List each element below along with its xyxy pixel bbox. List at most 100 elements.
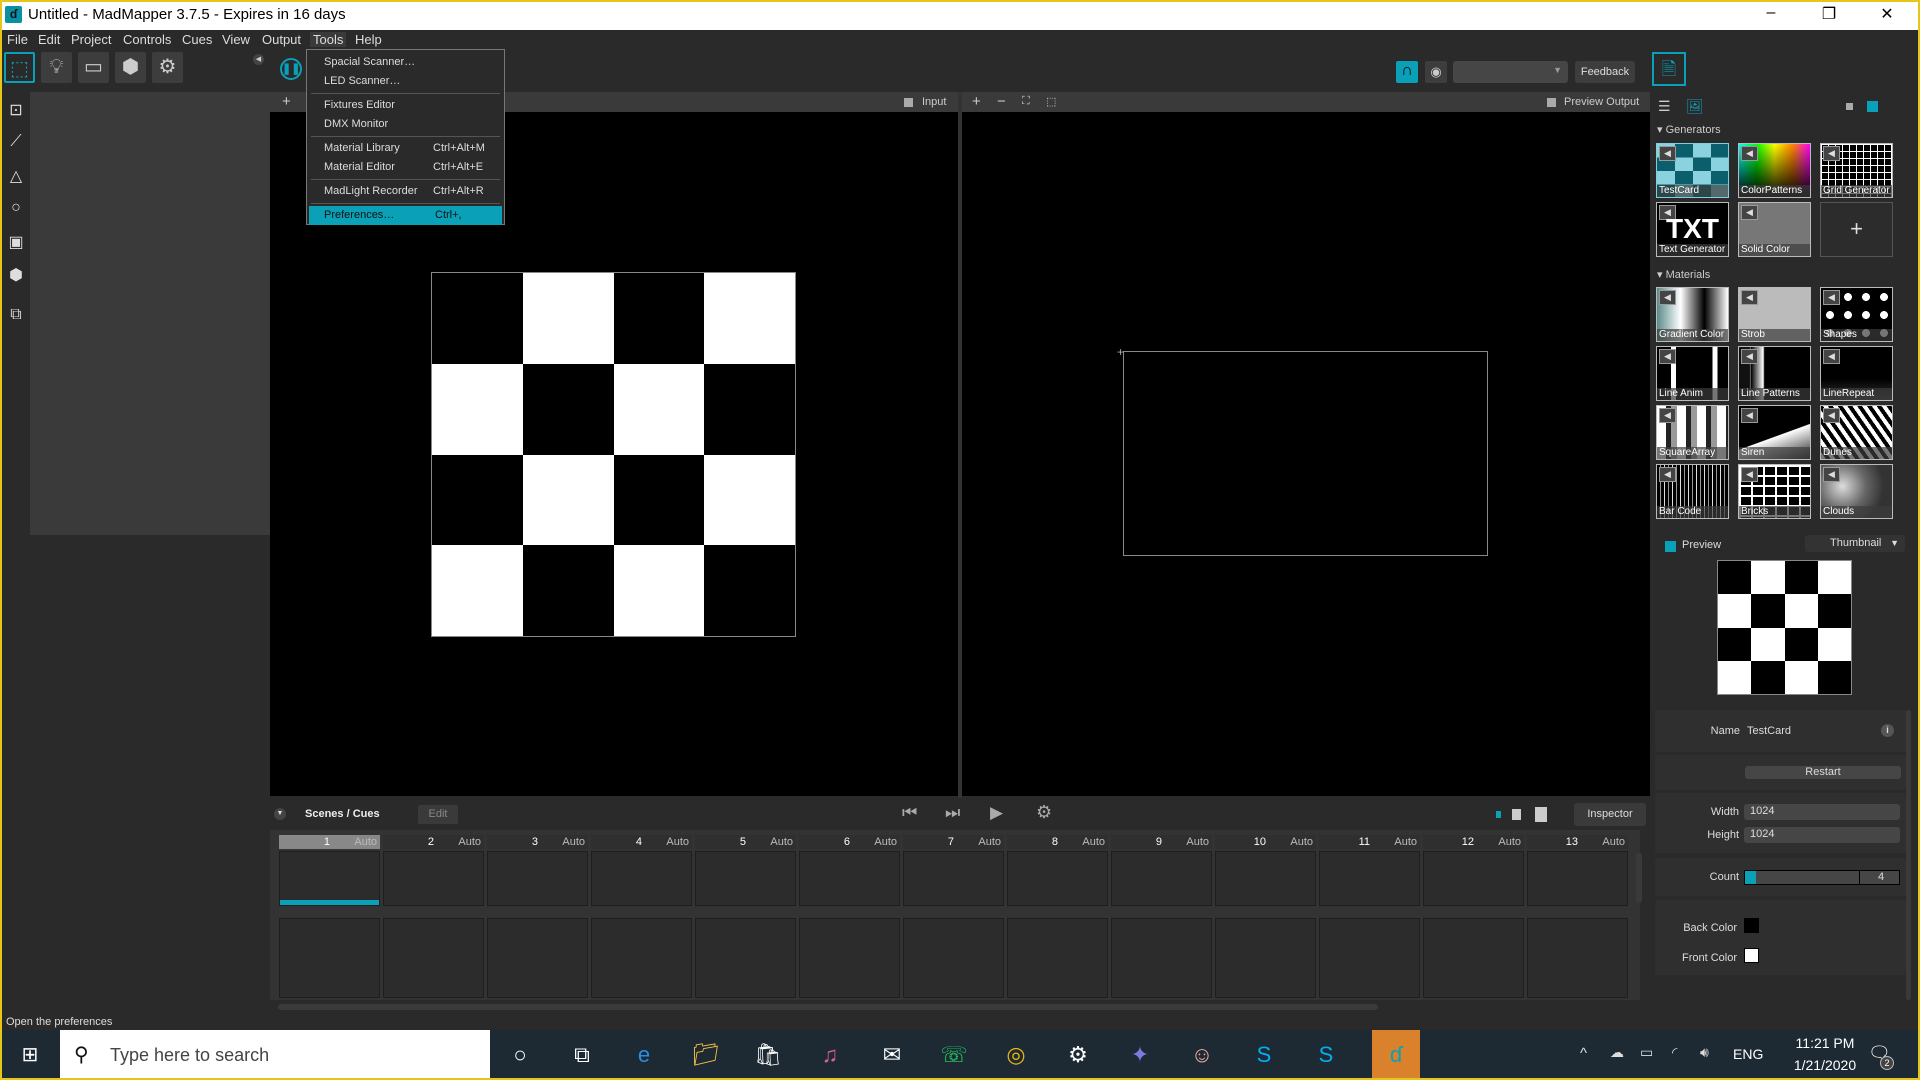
add-triangle-icon[interactable]: △ — [6, 166, 26, 186]
eye-icon[interactable]: ◉ — [1425, 61, 1447, 83]
list-view-icon[interactable]: ☰ — [1658, 98, 1671, 115]
tile-grid-generator[interactable]: ◀ Grid Generator — [1820, 143, 1893, 198]
cortana-icon[interactable]: ○ — [504, 1040, 536, 1070]
tile-line-anim[interactable]: ◀ Line Anim — [1656, 346, 1729, 401]
menu-help[interactable]: Help — [355, 32, 382, 47]
pause-icon[interactable]: ❚❚ — [280, 58, 302, 80]
file-explorer-icon[interactable]: 📁︎ — [690, 1040, 722, 1070]
tile-bar-code[interactable]: ◀ Bar Code — [1656, 464, 1729, 519]
tile-shapes[interactable]: ◀ Shapes — [1820, 287, 1893, 342]
clock-date[interactable]: 1/21/2020 — [1780, 1057, 1870, 1073]
cue-cell-empty[interactable] — [591, 918, 692, 998]
preview-toggle-icon[interactable]: ◀ — [1659, 349, 1676, 364]
preview-toggle-icon[interactable]: ◀ — [1741, 290, 1758, 305]
width-input[interactable]: 1024 — [1744, 804, 1900, 820]
cue-cell-empty[interactable] — [487, 918, 588, 998]
menu-cues[interactable]: Cues — [182, 32, 212, 47]
settings-gear-icon[interactable]: ⚙ — [1036, 802, 1052, 823]
cue-cell-empty[interactable] — [1215, 918, 1316, 998]
cue-cell[interactable] — [279, 851, 380, 906]
light-bulb-icon[interactable]: 💡︎ — [41, 52, 72, 83]
small-cue-size-icon[interactable] — [1496, 811, 1501, 818]
name-value[interactable]: TestCard — [1747, 725, 1791, 737]
medium-size-icon[interactable] — [1867, 101, 1878, 112]
chrome-icon[interactable]: ◎ — [1000, 1040, 1032, 1070]
inspector-scrollbar[interactable] — [1906, 710, 1911, 1000]
medium-cue-size-icon[interactable] — [1512, 809, 1521, 820]
preview-toggle-icon[interactable]: ◀ — [1741, 408, 1758, 423]
fullscreen-icon[interactable]: ⬚ — [1046, 95, 1056, 108]
generators-header[interactable]: ▾ Generators — [1657, 123, 1721, 136]
menu-file[interactable]: File — [7, 32, 28, 47]
magnet-icon[interactable]: ∩ — [1396, 61, 1418, 83]
tile-strob[interactable]: ◀ Strob — [1738, 287, 1811, 342]
preview-toggle-icon[interactable]: ◀ — [1659, 146, 1676, 161]
volume-icon[interactable]: 🔊︎ — [1700, 1044, 1709, 1061]
cue-horizontal-scrollbar[interactable] — [278, 1004, 1378, 1010]
feedback-button[interactable]: Feedback — [1575, 61, 1635, 83]
show-hidden-icons[interactable]: ^ — [1580, 1045, 1587, 1062]
small-size-icon[interactable] — [1846, 103, 1853, 110]
cue-header-7[interactable]: 7 Auto — [903, 835, 1004, 849]
cue-header-8[interactable]: 8 Auto — [1007, 835, 1108, 849]
tile-linerepeat[interactable]: ◀ LineRepeat — [1820, 346, 1893, 401]
cue-cell-empty[interactable] — [903, 918, 1004, 998]
cue-header-12[interactable]: 12 Auto — [1423, 835, 1524, 849]
wifi-icon[interactable]: ◜ — [1672, 1044, 1677, 1061]
cue-cell[interactable] — [1215, 851, 1316, 906]
document-icon[interactable]: 🗎︎ — [1652, 52, 1686, 86]
windows-start-icon[interactable]: ⊞ — [14, 1040, 46, 1070]
projector-icon[interactable]: ▭ — [78, 52, 109, 83]
clock-time[interactable]: 11:21 PM — [1780, 1035, 1870, 1051]
back-color-swatch[interactable] — [1744, 918, 1759, 933]
collapse-arrow-icon[interactable]: ◀ — [253, 54, 264, 65]
settings-icon[interactable]: ⚙ — [1062, 1040, 1094, 1070]
menu-view[interactable]: View — [222, 32, 250, 47]
materials-header[interactable]: ▾ Materials — [1657, 268, 1710, 281]
menu-edit[interactable]: Edit — [38, 32, 60, 47]
menu-item-dmx-monitor[interactable]: DMX Monitor — [307, 115, 504, 134]
tile-testcard[interactable]: ◀ TestCard — [1656, 143, 1729, 198]
add-group-icon[interactable]: ⧉ — [6, 306, 26, 326]
cue-cell-empty[interactable] — [1007, 918, 1108, 998]
cue-header-10[interactable]: 10 Auto — [1215, 835, 1316, 849]
preview-toggle-icon[interactable]: ◀ — [1823, 146, 1840, 161]
collapse-scenes-icon[interactable]: ▼ — [274, 808, 286, 820]
preview-toggle-icon[interactable]: ◀ — [1741, 349, 1758, 364]
cue-header-2[interactable]: 2 Auto — [383, 835, 484, 849]
menu-item-preferences[interactable]: Preferences… Ctrl+, — [309, 206, 502, 225]
height-input[interactable]: 1024 — [1744, 827, 1900, 843]
front-color-swatch[interactable] — [1744, 948, 1759, 963]
preview-toggle-icon[interactable]: ◀ — [1823, 408, 1840, 423]
madmapper-icon[interactable]: ɗ — [1372, 1030, 1420, 1080]
cue-cell[interactable] — [487, 851, 588, 906]
zoom-in-icon[interactable]: + — [282, 93, 291, 110]
cue-cell[interactable] — [695, 851, 796, 906]
info-icon[interactable]: i — [1881, 724, 1894, 737]
preview-toggle-icon[interactable]: ◀ — [1659, 408, 1676, 423]
task-view-icon[interactable]: ⧉ — [566, 1040, 598, 1070]
cue-cell-empty[interactable] — [1527, 918, 1628, 998]
tile-line-patterns[interactable]: ◀ Line Patterns — [1738, 346, 1811, 401]
cue-header-3[interactable]: 3 Auto — [487, 835, 588, 849]
preview-output-label[interactable]: Preview Output — [1564, 96, 1639, 108]
cue-cell[interactable] — [383, 851, 484, 906]
itunes-icon[interactable]: ♫ — [814, 1040, 846, 1070]
close-button[interactable]: ✕ — [1872, 4, 1902, 24]
onedrive-icon[interactable]: ☁ — [1610, 1044, 1624, 1061]
skype-business-icon[interactable]: S — [1310, 1040, 1342, 1070]
menu-item-spacial-scanner[interactable]: Spacial Scanner… — [307, 53, 504, 72]
add-quad-icon[interactable]: ⊡ — [6, 100, 26, 120]
menu-output[interactable]: Output — [262, 32, 301, 47]
mail-icon[interactable]: ✉ — [876, 1040, 908, 1070]
preview-toggle-icon[interactable]: ◀ — [1823, 349, 1840, 364]
cue-header-4[interactable]: 4 Auto — [591, 835, 692, 849]
app-face-icon[interactable]: ☺ — [1186, 1040, 1218, 1070]
edge-icon[interactable]: e — [628, 1040, 660, 1070]
count-value[interactable]: 4 — [1863, 871, 1899, 884]
next-cue-icon[interactable]: ⏭ — [945, 803, 960, 823]
whatsapp-icon[interactable]: ☏ — [938, 1040, 970, 1070]
cue-cell[interactable] — [1527, 851, 1628, 906]
cue-header-6[interactable]: 6 Auto — [799, 835, 900, 849]
surface-mode-icon[interactable]: ⬚ — [4, 52, 35, 83]
